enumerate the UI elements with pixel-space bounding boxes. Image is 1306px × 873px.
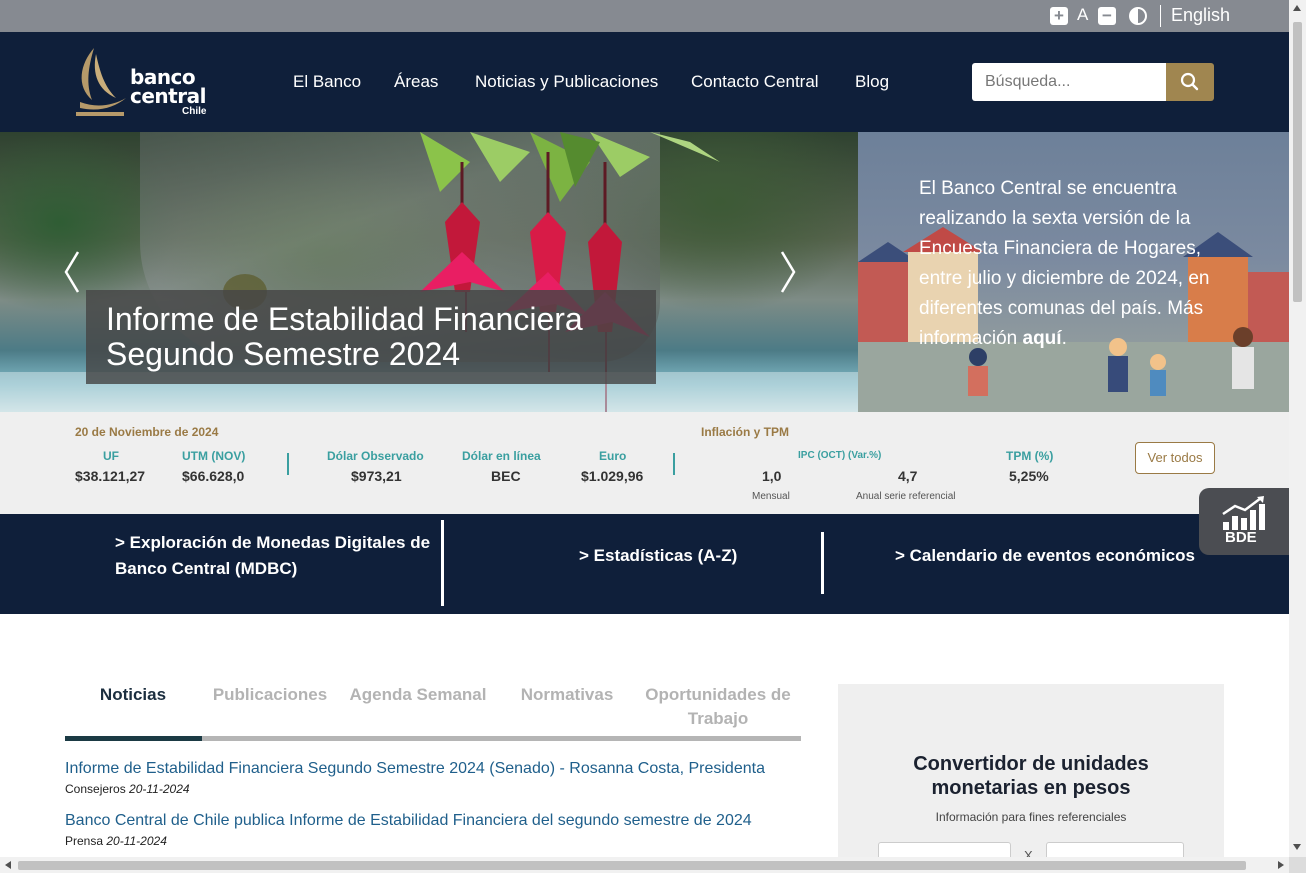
bar-chart-icon (1222, 496, 1265, 530)
nav-blog[interactable]: Blog (855, 72, 889, 92)
uf-label[interactable]: UF (103, 449, 119, 463)
dolar-observado-value: $973,21 (351, 468, 402, 484)
logo-wordmark: banco central (130, 67, 206, 108)
quicklink-mdbc[interactable]: > Exploración de Monedas Digitales de Ba… (115, 530, 430, 582)
quick-links-band: > Exploración de Monedas Digitales de Ba… (0, 514, 1289, 614)
promo-link-aqui[interactable]: aquí (1023, 328, 1062, 349)
tab-normativas[interactable]: Normativas (510, 683, 624, 707)
quicklink-estadisticas[interactable]: > Estadísticas (A-Z) (579, 543, 737, 569)
site-logo[interactable]: banco central Chile (72, 46, 222, 120)
tab-active-indicator (65, 736, 202, 741)
news-item-date: 20-11-2024 (129, 782, 190, 796)
indicators-date: 20 de Noviembre de 2024 (75, 425, 219, 439)
uf-value: $38.121,27 (75, 468, 146, 484)
indicator-divider (287, 453, 289, 475)
scroll-left-arrow-icon[interactable] (5, 861, 11, 869)
hero-caption-line-2: Segundo Semestre 2024 (106, 336, 461, 372)
ipc-mensual-sub: Mensual (752, 491, 790, 502)
horizontal-scrollbar[interactable] (0, 857, 1289, 873)
scroll-down-arrow-icon[interactable] (1293, 844, 1301, 850)
scrollbar-corner (1289, 857, 1306, 873)
tpm-label[interactable]: TPM (%) (1006, 449, 1053, 463)
converter-note: Información para fines referenciales (935, 810, 1127, 824)
vertical-scrollbar-thumb[interactable] (1293, 22, 1302, 302)
quicklink-divider (821, 532, 824, 594)
dolar-en-linea-label[interactable]: Dólar en línea (462, 449, 541, 463)
ipc-anual-sub: Anual serie referencial (856, 491, 956, 502)
tab-publicaciones[interactable]: Publicaciones (210, 683, 330, 707)
nav-areas[interactable]: Áreas (394, 72, 438, 92)
news-item-category: Prensa (65, 834, 104, 848)
promo-panel[interactable]: El Banco Central se encuentra realizando… (858, 132, 1289, 412)
contrast-icon[interactable] (1129, 7, 1147, 25)
news-item-meta: Consejeros 20-11-2024 (65, 782, 190, 796)
inflacion-tpm-title: Inflación y TPM (701, 425, 790, 439)
tab-oportunidades-line-2: Trabajo (687, 709, 749, 728)
promo-text: El Banco Central se encuentra realizando… (919, 174, 1239, 354)
ipc-anual-value: 4,7 (898, 468, 918, 484)
scroll-right-arrow-icon[interactable] (1278, 861, 1284, 869)
utility-bar: + A − English (0, 0, 1289, 32)
euro-value: $1.029,96 (581, 468, 644, 484)
bde-label: BDE (1225, 529, 1257, 546)
tab-oportunidades-line-1: Oportunidades de (645, 685, 791, 704)
increase-font-button[interactable]: + (1050, 7, 1068, 25)
search-button[interactable] (1166, 63, 1214, 101)
tab-agenda-semanal[interactable]: Agenda Semanal (345, 683, 491, 707)
converter-title-line-1: Convertidor de unidades (913, 753, 1149, 775)
utm-label[interactable]: UTM (NOV) (182, 449, 245, 463)
carousel-next-arrow-icon[interactable] (778, 250, 798, 294)
news-item-date: 20-11-2024 (106, 834, 167, 848)
news-item-title[interactable]: Informe de Estabilidad Financiera Segund… (65, 760, 765, 778)
ipc-label[interactable]: IPC (OCT) (Var.%) (798, 450, 881, 461)
nav-el-banco[interactable]: El Banco (293, 72, 361, 92)
currency-converter: Convertidor de unidades monetarias en pe… (838, 684, 1224, 873)
indicator-divider (673, 453, 675, 475)
promo-body: El Banco Central se encuentra realizando… (919, 178, 1210, 349)
ipc-mensual-value: 1,0 (762, 468, 782, 484)
converter-title-line-2: monetarias en pesos (931, 777, 1131, 799)
nav-noticias-publicaciones[interactable]: Noticias y Publicaciones (475, 72, 658, 92)
page: + A − English banco central Chile El Ban… (0, 0, 1306, 873)
logo-subtitle: Chile (182, 106, 207, 117)
utility-divider (1160, 5, 1161, 27)
dolar-en-linea-value[interactable]: BEC (491, 468, 521, 484)
quicklink-mdbc-line-1: > Exploración de Monedas Digitales de (115, 533, 431, 552)
quicklink-divider (441, 520, 444, 606)
language-link-english[interactable]: English (1171, 5, 1230, 26)
nav-contacto-central[interactable]: Contacto Central (691, 72, 819, 92)
tab-oportunidades-trabajo[interactable]: Oportunidades de Trabajo (640, 683, 796, 731)
dolar-observado-label[interactable]: Dólar Observado (327, 449, 424, 463)
converter-title: Convertidor de unidades monetarias en pe… (838, 752, 1224, 800)
logo-line-2: central (130, 84, 206, 108)
news-item-category: Consejeros (65, 782, 126, 796)
search-input[interactable] (972, 63, 1166, 101)
quicklink-calendario[interactable]: > Calendario de eventos económicos (895, 543, 1195, 569)
decrease-font-button[interactable]: − (1098, 7, 1116, 25)
font-size-label: A (1077, 5, 1089, 24)
tpm-value: 5,25% (1009, 468, 1049, 484)
news-item-meta: Prensa 20-11-2024 (65, 834, 167, 848)
utm-value: $66.628,0 (182, 468, 245, 484)
carousel-prev-arrow-icon[interactable] (62, 250, 82, 294)
vertical-scrollbar[interactable] (1289, 0, 1306, 857)
bde-button[interactable]: BDE (1199, 488, 1289, 555)
site-header: banco central Chile El Banco Áreas Notic… (0, 32, 1289, 132)
news-item-title[interactable]: Banco Central de Chile publica Informe d… (65, 812, 752, 830)
hero-caption[interactable]: Informe de Estabilidad Financiera Segund… (86, 290, 656, 384)
indicators-strip: 20 de Noviembre de 2024 UF $38.121,27 UT… (0, 412, 1289, 514)
promo-end: . (1061, 328, 1067, 349)
scroll-up-arrow-icon[interactable] (1293, 5, 1301, 11)
quicklink-mdbc-line-2: Banco Central (MDBC) (115, 559, 298, 578)
logo-emblem-icon (76, 48, 126, 116)
hero-carousel: Informe de Estabilidad Financiera Segund… (0, 132, 858, 412)
ver-todos-button[interactable]: Ver todos (1135, 442, 1215, 474)
tab-noticias[interactable]: Noticias (80, 683, 186, 707)
euro-label[interactable]: Euro (599, 449, 626, 463)
hero-caption-line-1: Informe de Estabilidad Financiera (106, 301, 583, 337)
horizontal-scrollbar-thumb[interactable] (18, 861, 1246, 870)
search-icon (1180, 72, 1199, 91)
